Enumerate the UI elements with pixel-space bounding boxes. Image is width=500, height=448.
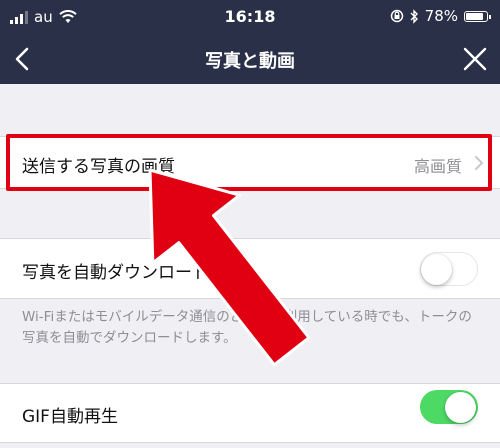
auto-download-toggle[interactable] (420, 252, 478, 286)
toggle-knob (445, 392, 476, 423)
pointer-arrow (148, 168, 311, 367)
bluetooth-icon (410, 8, 418, 24)
battery-percent: 78% (424, 7, 458, 25)
close-icon[interactable] (462, 46, 488, 72)
page-title: 写真と動画 (205, 51, 295, 72)
gif-autoplay-label: GIF自動再生 (22, 407, 118, 427)
toggle-knob (421, 254, 452, 285)
status-bar: au 16:18 78% (0, 0, 500, 34)
navigation-bar: 写真と動画 (0, 34, 500, 84)
orientation-lock-icon (390, 9, 403, 23)
battery-icon (464, 10, 491, 22)
gif-autoplay-toggle[interactable] (420, 390, 478, 424)
status-right: 78% (390, 7, 491, 25)
